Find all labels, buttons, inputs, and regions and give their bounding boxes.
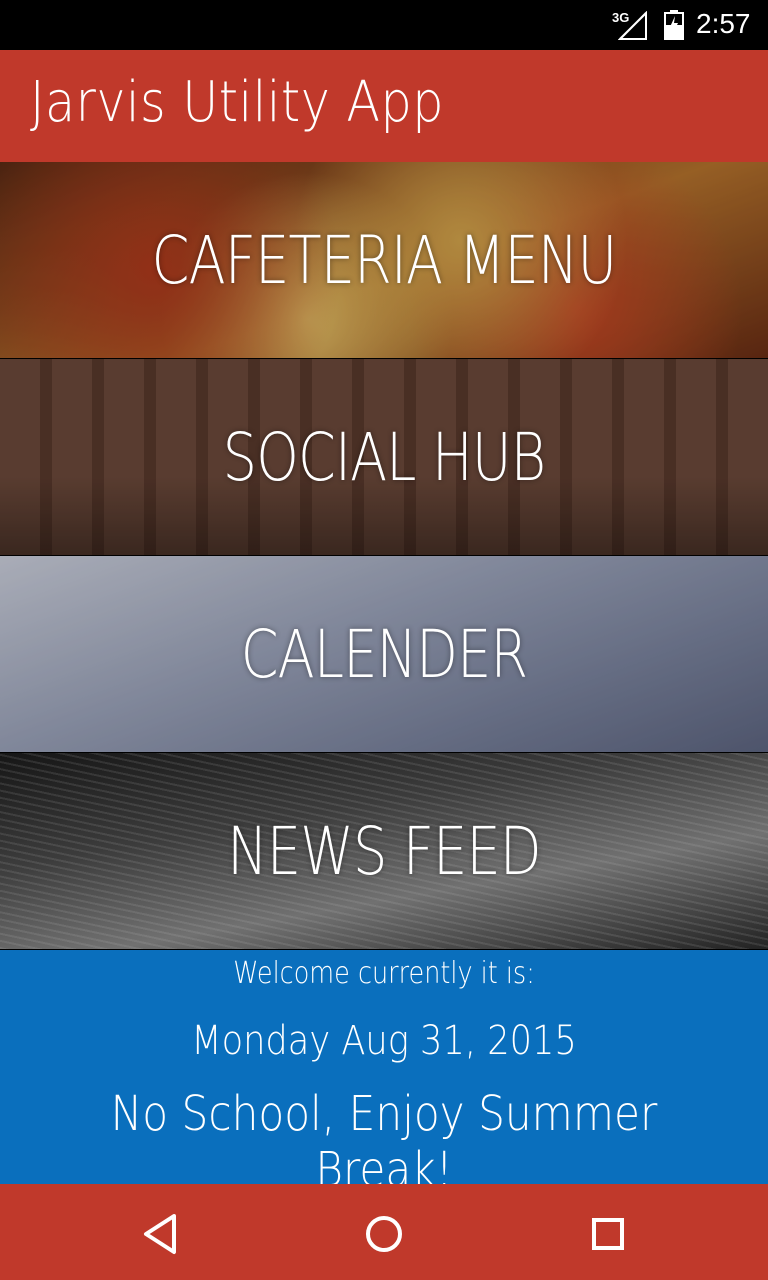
cafeteria-menu-tile[interactable]: CAFETERIA MENU	[0, 162, 768, 358]
cafeteria-menu-label: CAFETERIA MENU	[151, 221, 618, 299]
school-status: No School, Enjoy Summer Break!	[110, 1086, 658, 1198]
home-icon[interactable]	[360, 1210, 408, 1258]
status-bar: 3G 2:57	[0, 0, 768, 50]
calendar-label: CALENDER	[240, 615, 528, 693]
recent-apps-icon[interactable]	[584, 1210, 632, 1258]
app-title: Jarvis Utility App	[30, 70, 444, 135]
current-date: Monday Aug 31, 2015	[191, 1018, 577, 1064]
clock: 2:57	[696, 8, 751, 39]
news-feed-tile[interactable]: NEWS FEED	[0, 753, 768, 949]
navigation-bar	[0, 1184, 768, 1280]
welcome-panel: Welcome currently it is: Monday Aug 31, …	[0, 950, 768, 1198]
battery-charging-icon	[664, 10, 684, 40]
app-bar: Jarvis Utility App	[0, 50, 768, 162]
social-hub-tile[interactable]: SOCIAL HUB	[0, 359, 768, 555]
back-icon[interactable]	[136, 1210, 184, 1258]
calendar-tile[interactable]: CALENDER	[0, 556, 768, 752]
welcome-text: Welcome currently it is:	[233, 956, 535, 991]
signal-icon	[618, 11, 647, 40]
social-hub-label: SOCIAL HUB	[222, 418, 546, 496]
news-feed-label: NEWS FEED	[227, 812, 541, 890]
